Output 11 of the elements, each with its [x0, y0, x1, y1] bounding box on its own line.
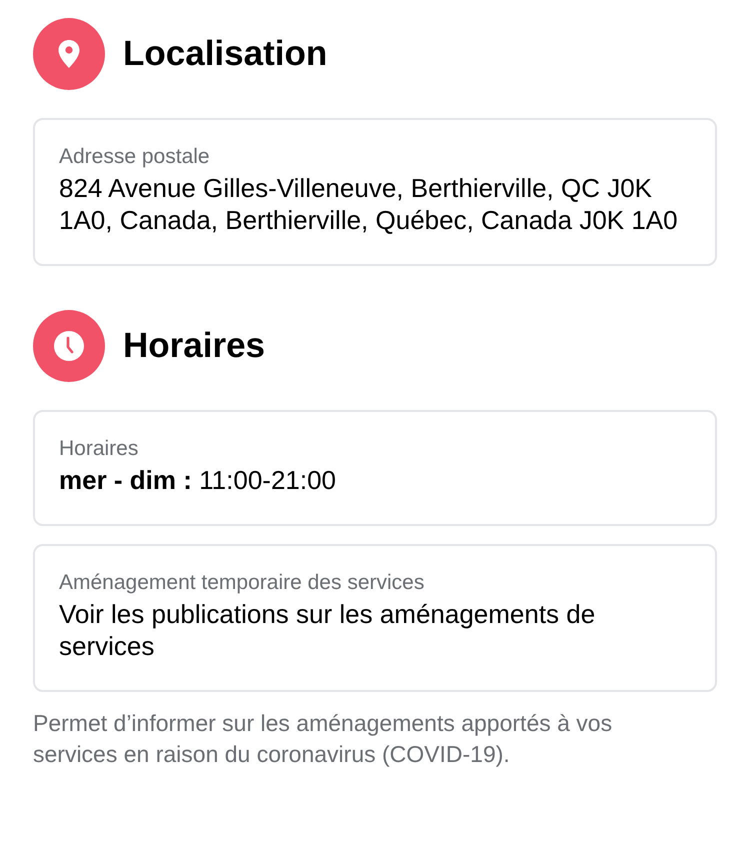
- section-title: Horaires: [123, 325, 266, 368]
- field-value: 824 Avenue Gilles-Villeneuve, Berthierville, QC J0K 1A0, Canada, Berthierville, Québec, Canada J0K 1A0: [59, 172, 679, 236]
- field-label: Horaires: [59, 436, 140, 462]
- section-title: Localisation: [123, 33, 328, 76]
- clock-icon: [33, 310, 105, 382]
- field-value: mer - dim : 11:00-21:00: [59, 464, 338, 496]
- info-note: Permet d’informer sur les aménagements apportés à vos services en raison du coronavirus (COVID-19).: [33, 709, 614, 769]
- location-pin-icon: [33, 18, 105, 90]
- field-label: Aménagement temporaire des services: [59, 570, 426, 596]
- field-label: Adresse postale: [59, 144, 211, 170]
- field-value: Voir les publications sur les aménagements de services: [59, 598, 596, 662]
